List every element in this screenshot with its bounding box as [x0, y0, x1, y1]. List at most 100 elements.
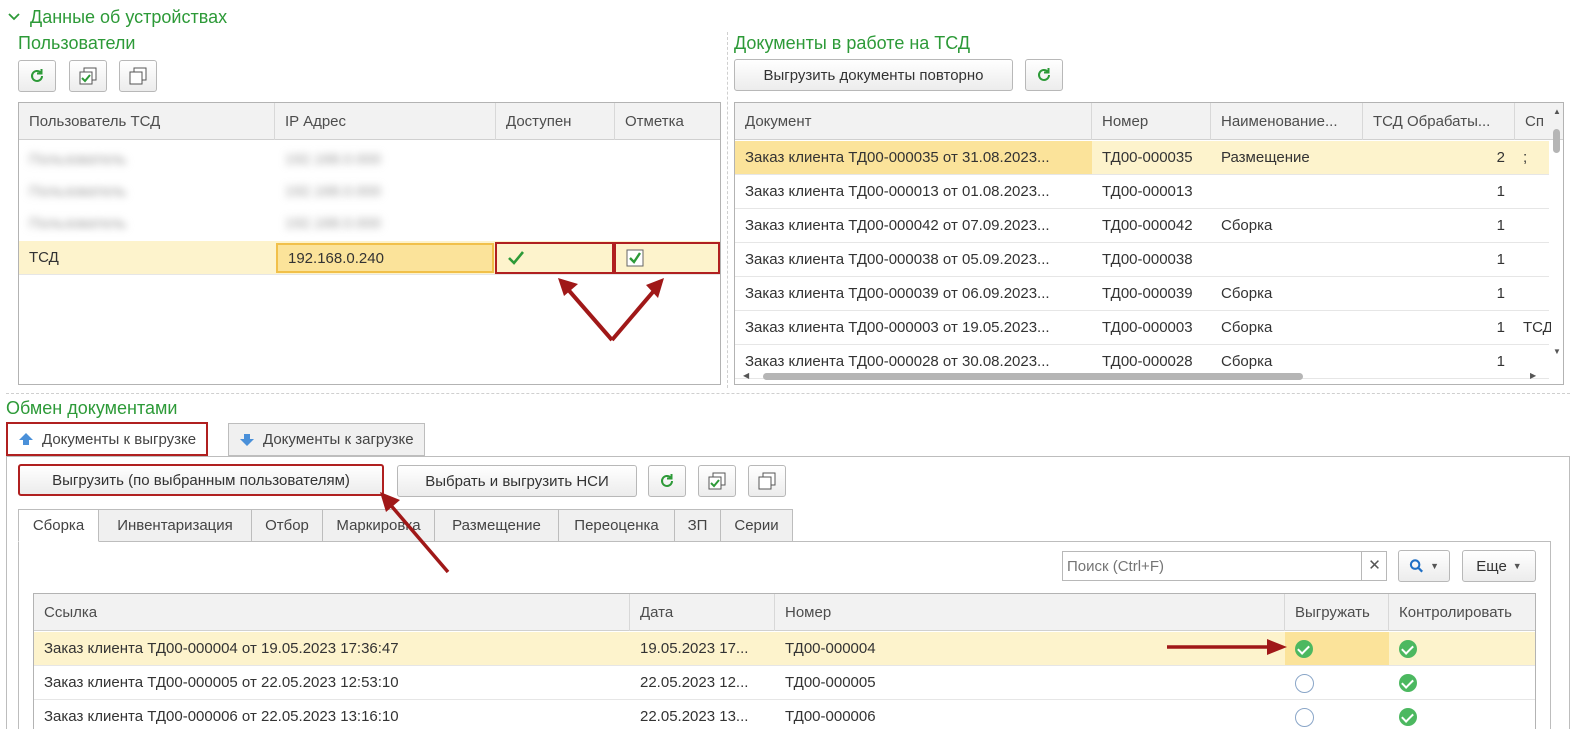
- document-cell: Заказ клиента ТД00-000003 от 19.05.2023.…: [745, 319, 1050, 336]
- subtab-1[interactable]: Инвентаризация: [98, 509, 252, 542]
- horizontal-scrollbar[interactable]: ◀ ▶: [735, 369, 1550, 383]
- exchange-title: Обмен документами: [6, 398, 178, 418]
- table-row[interactable]: Заказ клиента ТД00-000013 от 01.08.2023.…: [735, 175, 1549, 209]
- scroll-thumb[interactable]: [1553, 129, 1560, 153]
- tab-upload-documents[interactable]: Документы к выгрузке: [6, 422, 209, 456]
- control-cell[interactable]: [1389, 632, 1535, 665]
- unchecked-circle-icon[interactable]: [1295, 707, 1314, 727]
- table-row[interactable]: Заказ клиента ТД00-000006 от 22.05.2023 …: [34, 700, 1535, 729]
- table-row[interactable]: Пользователь 192.168.0.000: [19, 143, 720, 175]
- exchange-refresh-button[interactable]: [648, 465, 686, 497]
- clear-search-icon[interactable]: ✕: [1361, 552, 1387, 580]
- arrow-down-icon: [240, 433, 254, 446]
- users-uncheck-all-button[interactable]: [119, 60, 157, 92]
- col-number[interactable]: Номер: [1092, 103, 1211, 140]
- col-available[interactable]: Доступен: [496, 103, 615, 140]
- reload-documents-button[interactable]: Выгрузить документы повторно: [734, 59, 1013, 91]
- checked-circle-icon[interactable]: [1295, 640, 1313, 659]
- col-control[interactable]: Контролировать: [1389, 594, 1535, 631]
- scroll-down-icon[interactable]: ▼: [1553, 347, 1561, 356]
- tab-upload-label: Документы к выгрузке: [42, 430, 197, 448]
- name-cell: Сборка: [1221, 319, 1273, 336]
- checked-circle-icon[interactable]: [1399, 708, 1417, 727]
- count-cell: 1: [1496, 183, 1505, 200]
- docs-in-work-table: Документ Номер Наименование... ТСД Обраб…: [734, 102, 1564, 385]
- count-cell: 1: [1496, 319, 1505, 336]
- subtab-2[interactable]: Отбор: [251, 509, 323, 542]
- checked-circle-icon[interactable]: [1399, 674, 1417, 693]
- col-document[interactable]: Документ: [735, 103, 1092, 140]
- upload-selected-users-button[interactable]: Выгрузить (по выбранным пользователям): [18, 464, 384, 496]
- col-date[interactable]: Дата: [630, 594, 775, 631]
- col-ip[interactable]: IP Адрес: [275, 103, 496, 140]
- ref-cell: Заказ клиента ТД00-000006 от 22.05.2023 …: [44, 708, 399, 725]
- users-check-all-button[interactable]: [69, 60, 107, 92]
- col-user[interactable]: Пользователь ТСД: [19, 103, 275, 140]
- subtab-6[interactable]: ЗП: [674, 509, 721, 542]
- section-divider: [6, 393, 1570, 394]
- control-cell[interactable]: [1389, 700, 1535, 729]
- table-row[interactable]: Заказ клиента ТД00-000038 от 05.09.2023.…: [735, 243, 1549, 277]
- hscroll-thumb[interactable]: [763, 373, 1303, 380]
- subtab-5[interactable]: Переоценка: [558, 509, 675, 542]
- dropdown-arrow-icon: ▼: [1512, 561, 1522, 571]
- table-row[interactable]: Заказ клиента ТД00-000005 от 22.05.2023 …: [34, 666, 1535, 700]
- subtab-7[interactable]: Серии: [720, 509, 793, 542]
- table-row[interactable]: Заказ клиента ТД00-000042 от 07.09.2023.…: [735, 209, 1549, 243]
- search-icon: [1409, 559, 1423, 573]
- col-tsd-processing[interactable]: ТСД Обрабаты...: [1363, 103, 1515, 140]
- table-row[interactable]: Заказ клиента ТД00-000004 от 19.05.2023 …: [34, 632, 1535, 666]
- name-cell: Размещение: [1221, 149, 1310, 166]
- search-box: ✕: [1062, 551, 1387, 581]
- tab-download-label: Документы к загрузке: [263, 431, 414, 448]
- col-num[interactable]: Номер: [775, 594, 1285, 631]
- table-row[interactable]: Заказ клиента ТД00-000039 от 06.09.2023.…: [735, 277, 1549, 311]
- number-cell: ТД00-000042: [1102, 217, 1193, 234]
- col-upload[interactable]: Выгружать: [1285, 594, 1389, 631]
- ip-cell-editing[interactable]: 192.168.0.240: [276, 243, 494, 273]
- search-input[interactable]: [1063, 552, 1361, 580]
- uncheck-all-icon: [758, 472, 776, 490]
- users-table-header: Пользователь ТСД IP Адрес Доступен Отмет…: [19, 103, 720, 140]
- control-cell[interactable]: [1389, 666, 1535, 699]
- uncheck-all-icon: [129, 67, 147, 85]
- docs-refresh-button[interactable]: [1025, 59, 1063, 91]
- scroll-up-icon[interactable]: ▲: [1553, 107, 1561, 116]
- unchecked-circle-icon[interactable]: [1295, 673, 1314, 693]
- upload-cell[interactable]: [1285, 632, 1389, 665]
- dropdown-arrow-icon: ▼: [1430, 561, 1439, 571]
- table-row[interactable]: Пользователь 192.168.0.000: [19, 207, 720, 239]
- checkbox-checked-icon[interactable]: [626, 249, 644, 267]
- subtab-0[interactable]: Сборка: [18, 509, 99, 542]
- scroll-right-icon[interactable]: ▶: [1530, 371, 1536, 380]
- upload-cell[interactable]: [1285, 700, 1389, 729]
- col-mark[interactable]: Отметка: [615, 103, 720, 140]
- checked-circle-icon[interactable]: [1399, 640, 1417, 659]
- users-refresh-button[interactable]: [18, 60, 56, 92]
- search-options-button[interactable]: ▼: [1398, 550, 1450, 582]
- vertical-scrollbar[interactable]: ▲ ▼: [1550, 103, 1563, 373]
- tab-download-documents[interactable]: Документы к загрузке: [228, 423, 425, 456]
- count-cell: 1: [1496, 251, 1505, 268]
- col-ref[interactable]: Ссылка: [34, 594, 630, 631]
- exchange-uncheck-all-button[interactable]: [748, 465, 786, 497]
- upload-cell[interactable]: [1285, 666, 1389, 699]
- col-extra[interactable]: Сп: [1515, 103, 1551, 140]
- date-cell: 22.05.2023 12...: [640, 674, 749, 691]
- scroll-left-icon[interactable]: ◀: [743, 371, 749, 380]
- document-cell: Заказ клиента ТД00-000039 от 06.09.2023.…: [745, 285, 1050, 302]
- annotation-arrow: [380, 492, 450, 574]
- more-button[interactable]: Еще ▼: [1462, 550, 1536, 582]
- table-row[interactable]: Пользователь 192.168.0.000: [19, 175, 720, 207]
- document-cell: Заказ клиента ТД00-000038 от 05.09.2023.…: [745, 251, 1050, 268]
- section-header[interactable]: Данные об устройствах: [6, 5, 227, 29]
- exchange-check-all-button[interactable]: [698, 465, 736, 497]
- table-row[interactable]: Заказ клиента ТД00-000035 от 31.08.2023.…: [735, 141, 1549, 175]
- col-name[interactable]: Наименование...: [1211, 103, 1363, 140]
- annotation-arrows: [558, 278, 664, 342]
- splitter[interactable]: [727, 32, 728, 388]
- table-row[interactable]: Заказ клиента ТД00-000003 от 19.05.2023.…: [735, 311, 1551, 345]
- ip-cell: 192.168.0.000: [285, 151, 381, 168]
- document-cell: Заказ клиента ТД00-000013 от 01.08.2023.…: [745, 183, 1050, 200]
- annotation-arrow: [1167, 639, 1287, 655]
